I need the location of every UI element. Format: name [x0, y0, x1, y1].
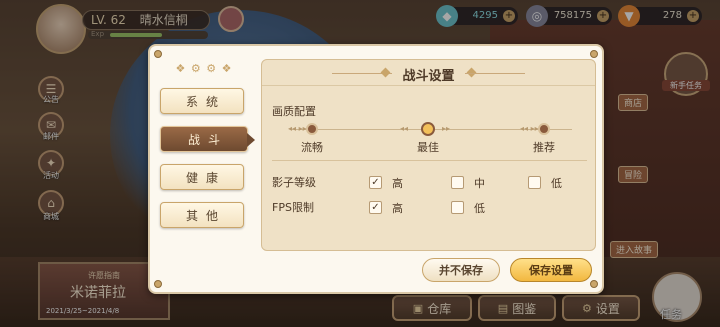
- settings-dialog: ❖ ⚙ ⚙ ❖ 系统 战斗 健康 其他 战斗设置 画质配置 ◂◂ ▸▸ ◂◂ ▸…: [148, 44, 604, 294]
- shadow-low-checkbox[interactable]: [528, 176, 541, 189]
- tab-other[interactable]: 其他: [160, 202, 244, 228]
- corner-stud: [154, 50, 162, 58]
- tab-system[interactable]: 系统: [160, 88, 244, 114]
- quality-option-recommended[interactable]: [538, 123, 550, 135]
- corner-stud: [590, 280, 598, 288]
- shadow-high-checkbox[interactable]: ✓: [369, 176, 382, 189]
- tab-battle[interactable]: 战斗: [160, 126, 255, 152]
- arrow-ornament-icon: ▸▸: [442, 124, 451, 133]
- discard-button[interactable]: 并不保存: [422, 258, 500, 282]
- shadow-medium-checkbox[interactable]: [451, 176, 464, 189]
- section-divider: [272, 160, 587, 161]
- panel-header: 战斗设置: [262, 60, 595, 86]
- shadow-medium-label: 中: [474, 177, 485, 190]
- quality-option-best[interactable]: [421, 122, 435, 136]
- arrow-ornament-icon: ◂◂ ▸▸: [520, 124, 539, 133]
- fps-low-checkbox[interactable]: [451, 201, 464, 214]
- battle-settings-panel: 战斗设置 画质配置 ◂◂ ▸▸ ◂◂ ▸▸ ◂◂ ▸▸ 流畅 最佳 推荐 影子等…: [261, 59, 596, 251]
- panel-title: 战斗设置: [402, 69, 455, 84]
- save-settings-button[interactable]: 保存设置: [510, 258, 592, 282]
- arrow-ornament-icon: ◂◂: [400, 124, 409, 133]
- shadow-low-label: 低: [551, 177, 562, 190]
- fps-high-label: 高: [392, 202, 403, 215]
- shadow-level-label: 影子等级: [272, 176, 316, 189]
- fps-high-checkbox[interactable]: ✓: [369, 201, 382, 214]
- corner-stud: [590, 50, 598, 58]
- title-divider-right: [465, 73, 525, 74]
- quality-label: 画质配置: [272, 105, 316, 118]
- gear-ornament-icon: ❖ ⚙ ⚙ ❖: [175, 62, 233, 75]
- quality-name-smooth: 流畅: [301, 141, 323, 154]
- quality-name-recommended: 推荐: [533, 141, 555, 154]
- arrow-ornament-icon: ◂◂ ▸▸: [288, 124, 307, 133]
- shadow-high-label: 高: [392, 177, 403, 190]
- fps-limit-label: FPS限制: [272, 201, 314, 214]
- quality-name-best: 最佳: [417, 141, 439, 154]
- tab-health[interactable]: 健康: [160, 164, 244, 190]
- corner-stud: [154, 280, 162, 288]
- quality-option-smooth[interactable]: [306, 123, 318, 135]
- fps-low-label: 低: [474, 202, 485, 215]
